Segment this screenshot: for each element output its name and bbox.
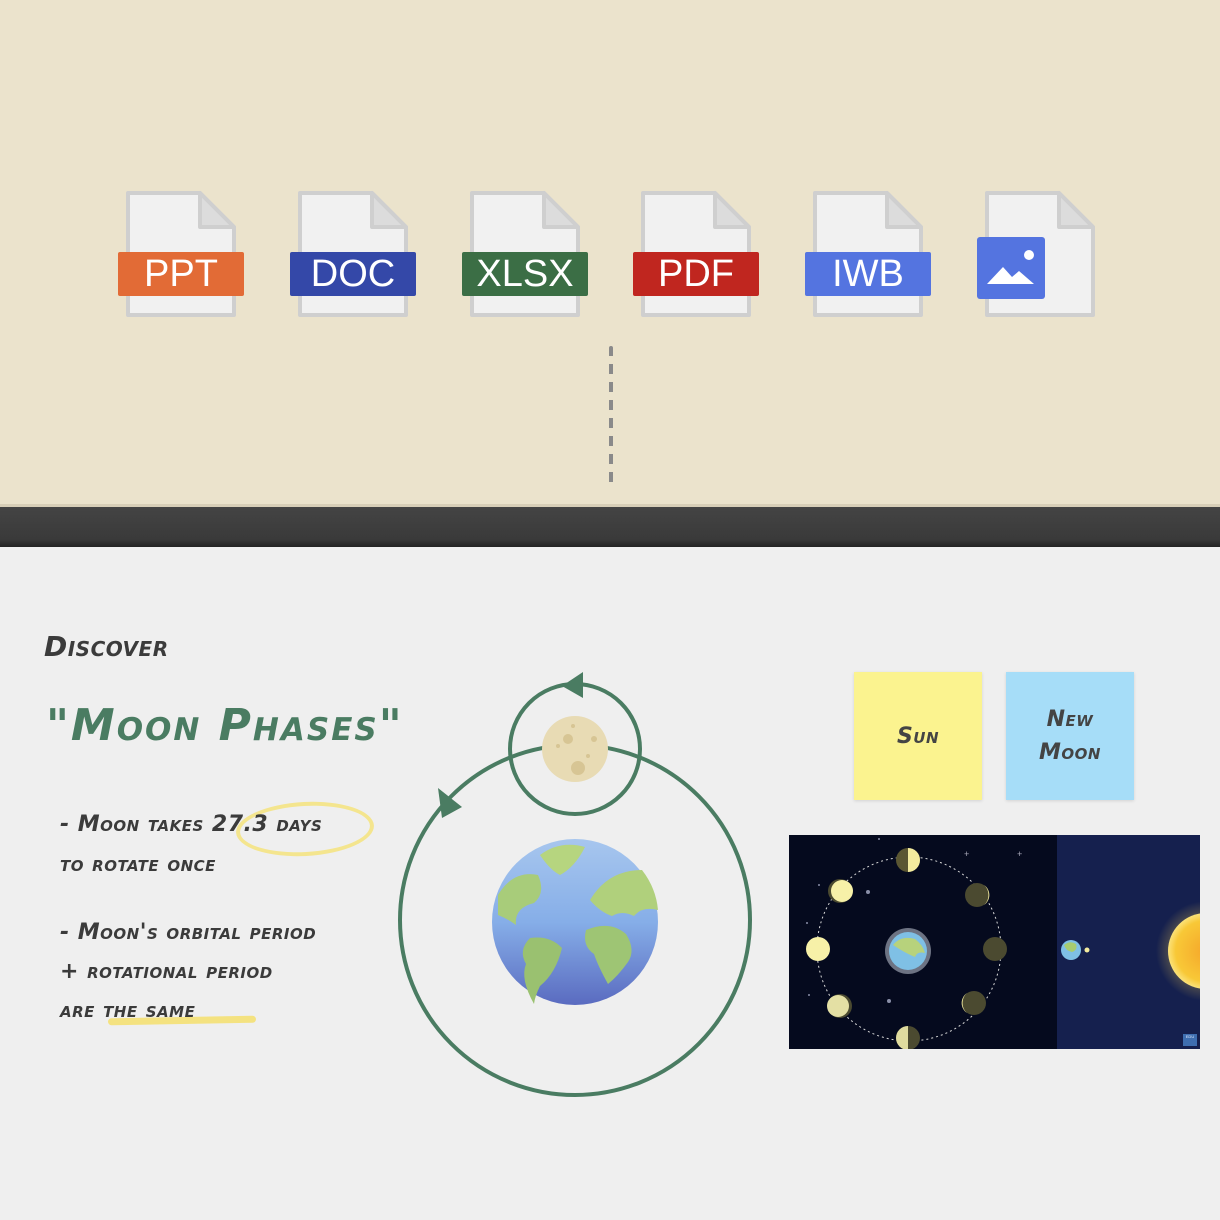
sticky-note-text: Sun [896,723,940,749]
ppt-file-icon[interactable]: PPT [118,190,246,320]
dashed-drag-guide [609,346,613,486]
xlsx-file-icon[interactable]: XLSX [462,190,590,320]
file-type-label: PDF [633,252,759,296]
file-type-label: XLSX [462,252,588,296]
moon-phases-image[interactable]: + + [789,835,1200,1049]
orbit-arrow-icon [438,788,462,818]
screen-divider-bar[interactable] [0,507,1220,547]
earth-center-icon [885,928,931,974]
sticky-note-sun[interactable]: Sun [854,672,982,800]
credit-badge: EDU [1183,1034,1197,1046]
doc-file-icon[interactable]: DOC [290,190,418,320]
note-2-line-3: are the same [60,998,196,1023]
iwb-file-icon[interactable]: IWB [805,190,933,320]
sticky-note-new-moon[interactable]: New Moon [1006,672,1134,800]
note-1-line-1: - Moon takes 27.3 days [60,812,323,837]
note-1-line-2: to rotate once [60,852,216,877]
note-2-line-2: + rotational period [60,959,273,984]
pdf-file-icon[interactable]: PDF [633,190,761,320]
file-type-label: PPT [118,252,244,296]
rotation-arrow-icon [562,672,583,698]
file-type-label: DOC [290,252,416,296]
sticky-note-text: New Moon [1039,707,1101,765]
board-title: "Moon Phases" [46,700,404,751]
note-2-line-1: - Moon's orbital period [60,920,317,945]
moon-phases-illustration: + + [789,835,1200,1049]
svg-text:+: + [1017,849,1022,859]
image-icon [977,237,1045,299]
moon-icon [542,716,608,782]
svg-text:+: + [964,849,969,859]
earth-globe-icon [492,839,658,1005]
file-type-label: IWB [805,252,931,296]
image-file-icon[interactable] [977,190,1105,320]
eyebrow-label: Discover [44,630,169,663]
orbit-diagram[interactable] [390,660,770,1110]
